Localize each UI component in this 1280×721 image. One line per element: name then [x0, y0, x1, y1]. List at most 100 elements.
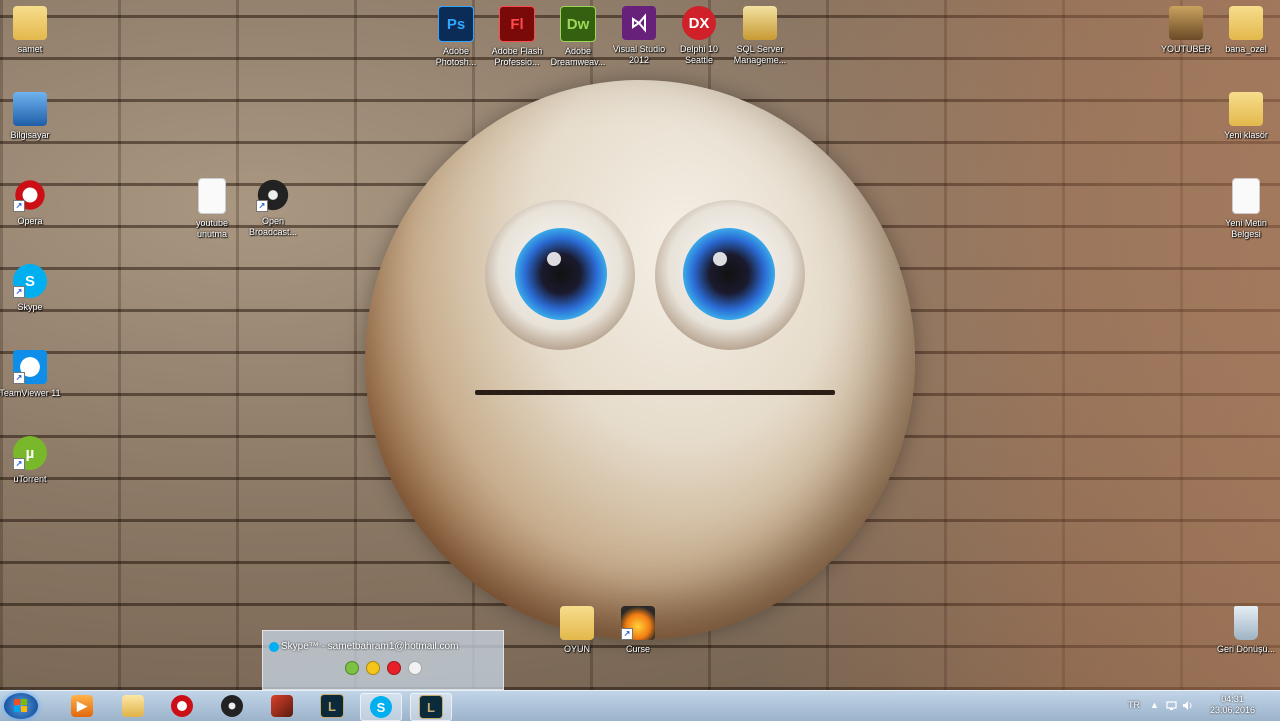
media-player-icon: ▶: [71, 695, 93, 717]
skype-icon: [269, 642, 279, 652]
skype-icon: S: [370, 696, 392, 718]
desktop-icon-curse[interactable]: ↗ Curse: [606, 606, 670, 655]
desktop-icon-sql-server[interactable]: SQL Server Manageme...: [728, 6, 792, 66]
youtuber-folder-icon: [1169, 6, 1203, 40]
recycle-bin-icon: [1234, 606, 1258, 640]
icon-label: Skype: [17, 302, 43, 312]
icon-label: Adobe Flash Professio...: [491, 46, 543, 67]
taskbar-league-launcher[interactable]: L: [312, 693, 352, 719]
status-busy-button[interactable]: [387, 661, 401, 675]
desktop-icon-opera[interactable]: ↗ Opera: [0, 178, 62, 227]
desktop-icon-yeni-klasor[interactable]: Yeni klasör: [1214, 92, 1278, 141]
icon-label: Open Broadcast...: [248, 216, 298, 237]
taskbar-game[interactable]: [262, 693, 302, 719]
sql-server-icon: [743, 6, 777, 40]
shortcut-arrow-icon: ↗: [13, 286, 25, 298]
icon-label: OYUN: [563, 644, 590, 654]
desktop: samet Bilgisayar ↗ Opera S ↗ Skype ↗ Tea…: [0, 0, 1280, 690]
skype-preview-title: Skype™ - sametbahram1@hotmail.com: [281, 641, 459, 652]
desktop-icon-computer[interactable]: Bilgisayar: [0, 92, 62, 141]
desktop-icon-skype[interactable]: S ↗ Skype: [0, 264, 62, 313]
desktop-icon-dreamweaver[interactable]: Dw Adobe Dreamweav...: [546, 6, 610, 68]
skype-icon: S ↗: [13, 264, 47, 298]
icon-label: TeamViewer 11: [0, 388, 61, 398]
shortcut-arrow-icon: ↗: [256, 200, 268, 212]
dreamweaver-icon: Dw: [560, 6, 596, 42]
opera-icon: ↗: [13, 178, 47, 212]
language-indicator[interactable]: TR: [1128, 700, 1140, 710]
game-icon: [271, 695, 293, 717]
opera-icon: [171, 695, 193, 717]
show-hidden-icons-arrow-icon[interactable]: ▲: [1150, 700, 1161, 711]
desktop-icon-delphi[interactable]: DX Delphi 10 Seattle: [667, 6, 731, 66]
folder-icon: [1229, 6, 1263, 40]
icon-label: Yeni Metin Belgesi: [1225, 218, 1267, 239]
folder-icon: [1229, 92, 1263, 126]
network-icon[interactable]: [1166, 700, 1177, 711]
flash-icon: Fl: [499, 6, 535, 42]
icon-label: Yeni klasör: [1224, 130, 1268, 140]
desktop-icon-teamviewer[interactable]: ↗ TeamViewer 11: [0, 350, 62, 399]
start-button[interactable]: [4, 693, 38, 719]
icon-label: Geri Dönüşü...: [1216, 644, 1276, 654]
obs-icon: ↗: [256, 178, 290, 212]
wallpaper-left-iris: [515, 228, 607, 320]
wallpaper-eye-highlight: [547, 252, 561, 266]
taskbar-skype[interactable]: S: [360, 693, 402, 721]
wallpaper-emoji-face: [365, 80, 915, 640]
taskbar-explorer[interactable]: [113, 693, 153, 719]
teamviewer-icon: ↗: [13, 350, 47, 384]
shortcut-arrow-icon: ↗: [13, 372, 25, 384]
photoshop-icon: Ps: [438, 6, 474, 42]
clock[interactable]: 04:31 23.06.2016: [1210, 694, 1255, 716]
taskbar: ▶ L S L TR ▲ 04:31 23.06.2016: [0, 690, 1280, 721]
skype-taskbar-preview[interactable]: Skype™ - sametbahram1@hotmail.com: [262, 630, 504, 690]
clock-date: 23.06.2016: [1210, 705, 1256, 715]
taskbar-league-client[interactable]: L: [410, 693, 452, 721]
volume-icon[interactable]: [1182, 700, 1193, 711]
system-tray: TR ▲ 04:31 23.06.2016: [1120, 691, 1280, 721]
icon-label: YOUTUBER: [1160, 44, 1211, 54]
icon-label: Curse: [625, 644, 650, 654]
desktop-icon-samet[interactable]: samet: [0, 6, 62, 55]
icon-label: samet: [17, 44, 43, 54]
wallpaper-left-eye: [485, 200, 635, 350]
delphi-icon: DX: [682, 6, 716, 40]
icon-label: youtube unutma: [195, 218, 229, 239]
desktop-icon-bana-ozel[interactable]: bana_ozel: [1214, 6, 1278, 55]
status-online-button[interactable]: [345, 661, 359, 675]
clock-time: 04:31: [1221, 694, 1244, 704]
folder-icon: [122, 695, 144, 717]
league-of-legends-icon: L: [419, 695, 443, 719]
shortcut-arrow-icon: ↗: [621, 628, 633, 640]
desktop-icon-youtube-unutma[interactable]: youtube unutma: [180, 178, 244, 240]
icon-label: uTorrent: [13, 474, 47, 484]
desktop-icon-recycle-bin[interactable]: Geri Dönüşü...: [1214, 606, 1278, 655]
windows-logo-icon: [14, 699, 27, 712]
desktop-icon-yeni-metin[interactable]: Yeni Metin Belgesi: [1214, 178, 1278, 240]
wallpaper-right-iris: [683, 228, 775, 320]
desktop-icon-photoshop[interactable]: Ps Adobe Photosh...: [424, 6, 488, 68]
status-invisible-button[interactable]: [408, 661, 422, 675]
taskbar-opera[interactable]: [162, 693, 202, 719]
visual-studio-icon: [622, 6, 656, 40]
wallpaper-right-eye: [655, 200, 805, 350]
desktop-icon-oyun[interactable]: OYUN: [545, 606, 609, 655]
icon-label: bana_ozel: [1225, 44, 1267, 54]
icon-label: Bilgisayar: [10, 130, 50, 140]
status-away-button[interactable]: [366, 661, 380, 675]
desktop-icon-visual-studio[interactable]: Visual Studio 2012: [607, 6, 671, 66]
desktop-icon-flash[interactable]: Fl Adobe Flash Professio...: [485, 6, 549, 68]
icon-label: Adobe Photosh...: [435, 46, 477, 67]
desktop-icon-utorrent[interactable]: µ ↗ uTorrent: [0, 436, 62, 485]
computer-icon: [13, 92, 47, 126]
taskbar-obs[interactable]: [212, 693, 252, 719]
shortcut-arrow-icon: ↗: [13, 200, 25, 212]
shortcut-arrow-icon: ↗: [13, 458, 25, 470]
curse-flame-icon: ↗: [621, 606, 655, 640]
desktop-icon-obs[interactable]: ↗ Open Broadcast...: [241, 178, 305, 238]
utorrent-icon: µ ↗: [13, 436, 47, 470]
taskbar-media-player[interactable]: ▶: [62, 693, 102, 719]
text-document-icon: [198, 178, 226, 214]
desktop-icon-youtuber[interactable]: YOUTUBER: [1154, 6, 1218, 55]
